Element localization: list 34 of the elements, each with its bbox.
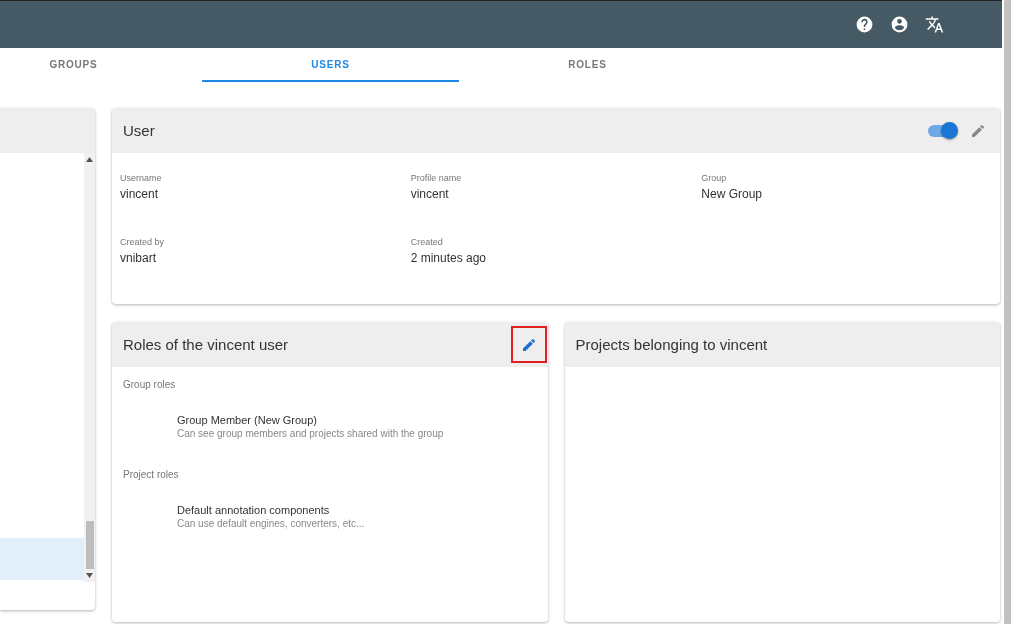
card-title: Projects belonging to vincent	[575, 336, 769, 353]
scrollbar-thumb[interactable]	[1004, 0, 1011, 624]
tab[interactable]: ROLES	[459, 48, 716, 82]
role-description: Can use default engines, converters, etc...	[177, 518, 366, 529]
scroll-up-icon[interactable]	[86, 157, 93, 162]
field-label: Username	[120, 173, 163, 183]
field-label: Created by	[120, 237, 166, 247]
field-label: Created	[410, 237, 444, 247]
pencil-icon	[970, 122, 986, 139]
scroll-down-icon[interactable]	[86, 573, 93, 578]
account-icon[interactable]	[890, 15, 909, 34]
section-heading: Group roles	[123, 379, 177, 390]
role-name: Default annotation components	[177, 504, 331, 516]
tab[interactable]: GROUPS	[0, 48, 202, 82]
scrollbar-track[interactable]	[84, 153, 95, 582]
field-value: vincent	[120, 187, 160, 201]
field-label: Group	[701, 173, 728, 183]
scrollbar-thumb[interactable]	[85, 521, 94, 569]
card-title: Roles of the vincent user	[123, 336, 290, 353]
role-description: Can see group members and projects shared with the group	[177, 428, 445, 439]
tab[interactable]: USERS	[202, 48, 459, 82]
help-icon[interactable]	[855, 15, 874, 34]
enabled-toggle[interactable]	[928, 124, 956, 137]
card-title: User	[123, 122, 156, 139]
role-name: Group Member (New Group)	[177, 414, 318, 426]
field-value: vincent	[410, 187, 450, 201]
translate-icon[interactable]	[925, 15, 944, 34]
field-value: 2 minutes ago	[410, 251, 488, 265]
field-value: vnibart	[120, 251, 158, 265]
field-label: Profile name	[410, 173, 463, 183]
field-value: New Group	[701, 187, 764, 201]
section-heading: Project roles	[123, 469, 180, 480]
pencil-icon	[520, 336, 537, 353]
edit-button[interactable]	[510, 326, 547, 363]
